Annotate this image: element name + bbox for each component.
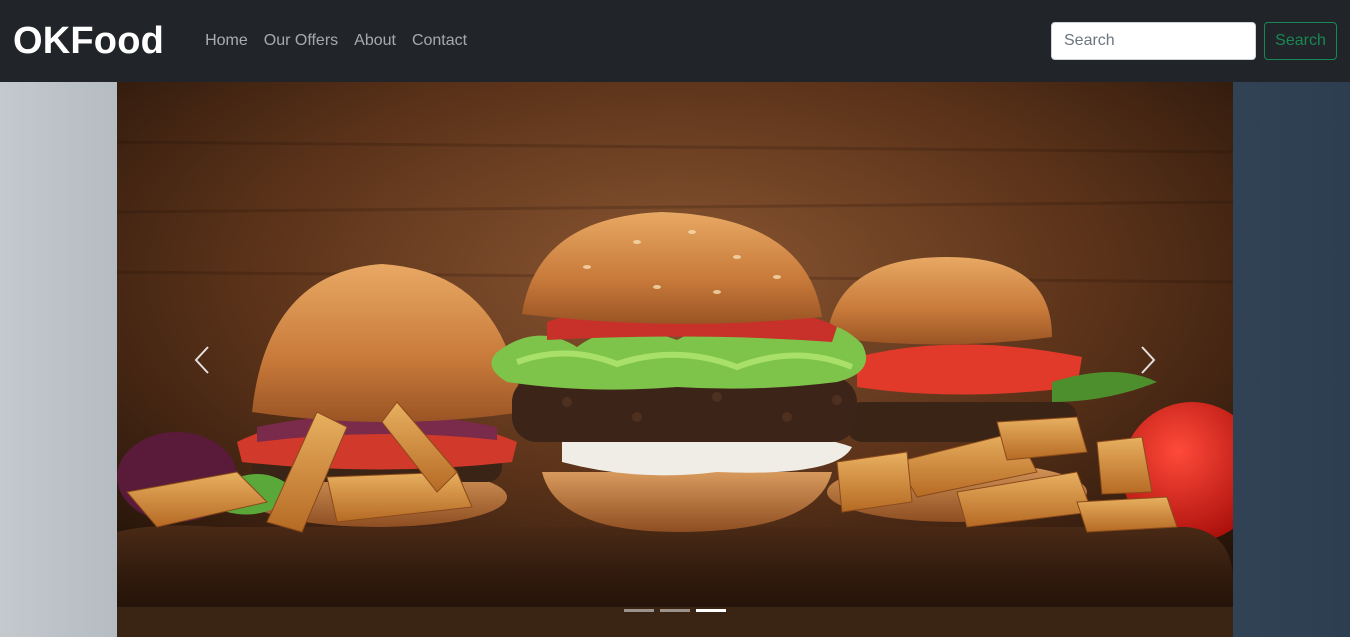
nav-links: Home Our Offers About Contact xyxy=(205,32,483,50)
navbar: OKFood Home Our Offers About Contact Sea… xyxy=(0,0,1350,82)
chevron-right-icon xyxy=(1141,345,1156,374)
brand-logo[interactable]: OKFood xyxy=(13,20,164,63)
chevron-left-icon xyxy=(194,345,209,374)
carousel-prev-button[interactable] xyxy=(117,82,287,637)
search-input[interactable] xyxy=(1051,22,1256,60)
nav-link-our-offers[interactable]: Our Offers xyxy=(264,32,338,50)
hero-carousel xyxy=(117,82,1233,637)
search-form: Search xyxy=(1051,22,1337,60)
carousel-indicator-2[interactable] xyxy=(660,609,690,612)
search-button[interactable]: Search xyxy=(1264,22,1337,60)
nav-link-contact[interactable]: Contact xyxy=(412,32,467,50)
nav-link-about[interactable]: About xyxy=(354,32,396,50)
nav-link-home[interactable]: Home xyxy=(205,32,248,50)
carousel-indicators xyxy=(117,609,1233,612)
carousel-indicator-3[interactable] xyxy=(696,609,726,612)
carousel-indicator-1[interactable] xyxy=(624,609,654,612)
carousel-next-button[interactable] xyxy=(1063,82,1233,637)
